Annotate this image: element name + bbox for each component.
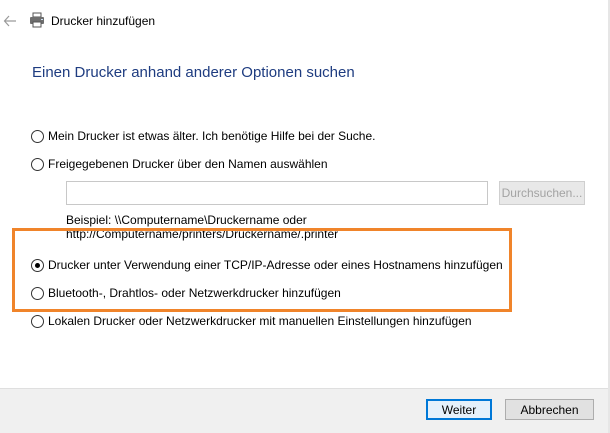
browse-button[interactable]: Durchsuchen... <box>499 181 585 205</box>
title-bar: Drucker hinzufügen <box>0 0 610 42</box>
page-heading: Einen Drucker anhand anderer Optionen su… <box>32 64 355 81</box>
example-line-1: Beispiel: \\Computername\Druckername ode… <box>66 213 307 227</box>
radio-button[interactable] <box>31 314 44 328</box>
cancel-button[interactable]: Abbrechen <box>505 399 594 420</box>
option-label: Freigegebenen Drucker über den Namen aus… <box>48 157 328 171</box>
window-title: Drucker hinzufügen <box>51 14 156 28</box>
option-shared-printer-by-name[interactable]: Freigegebenen Drucker über den Namen aus… <box>31 155 328 173</box>
option-tcpip-hostname[interactable]: Drucker unter Verwendung einer TCP/IP-Ad… <box>31 256 503 274</box>
radio-button[interactable] <box>31 286 44 300</box>
option-bluetooth-wireless-network[interactable]: Bluetooth-, Drahtlos- oder Netzwerkdruck… <box>31 284 341 302</box>
printer-name-input[interactable] <box>66 181 488 205</box>
option-label: Lokalen Drucker oder Netzwerkdrucker mit… <box>48 314 472 328</box>
example-line-2: http://Computername/printers/Druckername… <box>66 227 339 241</box>
option-label: Drucker unter Verwendung einer TCP/IP-Ad… <box>48 258 503 272</box>
option-local-manual[interactable]: Lokalen Drucker oder Netzwerkdrucker mit… <box>31 312 472 330</box>
radio-button[interactable] <box>31 157 44 171</box>
option-label: Mein Drucker ist etwas älter. Ich benöti… <box>48 129 376 143</box>
printer-icon <box>30 12 44 28</box>
example-text: Beispiel: \\Computername\Druckername ode… <box>66 213 338 241</box>
radio-button[interactable] <box>31 129 44 143</box>
option-older-printer[interactable]: Mein Drucker ist etwas älter. Ich benöti… <box>31 127 376 145</box>
option-label: Bluetooth-, Drahtlos- oder Netzwerkdruck… <box>48 286 341 300</box>
dialog-footer: Weiter Abbrechen <box>0 388 610 433</box>
next-button[interactable]: Weiter <box>426 399 492 420</box>
radio-button-selected[interactable] <box>31 258 44 272</box>
back-arrow-icon[interactable] <box>3 13 17 29</box>
